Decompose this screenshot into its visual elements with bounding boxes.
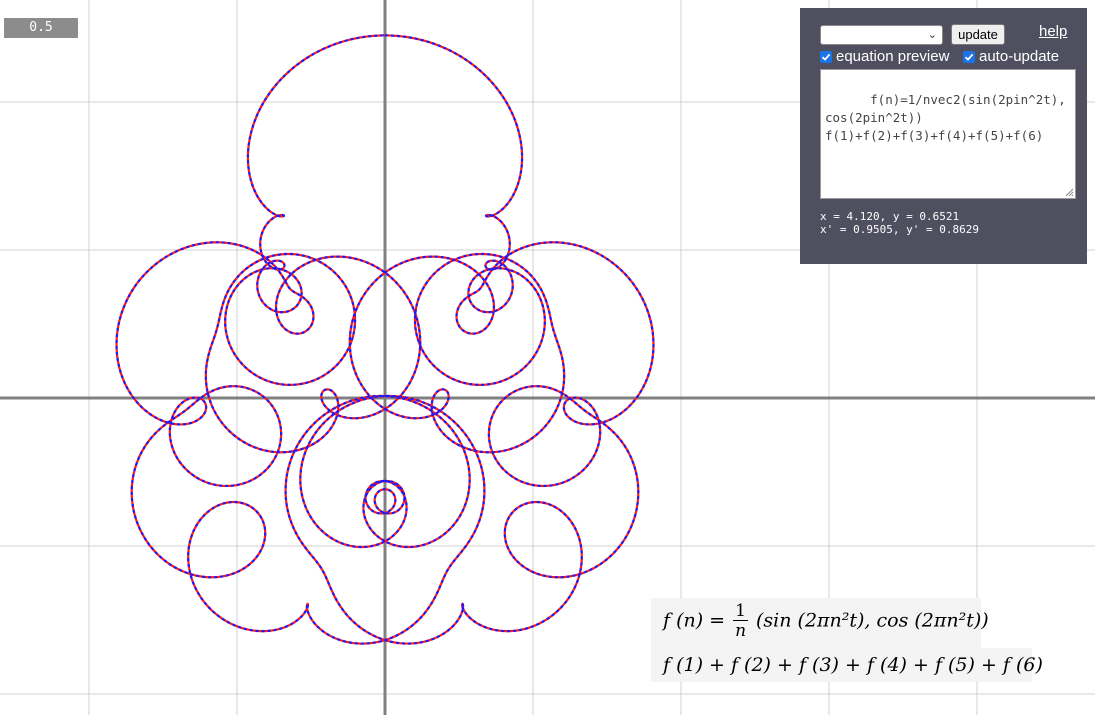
fraction-denominator: n	[735, 621, 747, 641]
equation-preview-checkbox[interactable]	[820, 51, 832, 63]
equation-preview-sum: f (1) + f (2) + f (3) + f (4) + f (5) + …	[651, 648, 1043, 682]
preset-select[interactable]: ⌄	[820, 25, 943, 45]
code-editor[interactable]: f(n)=1/nvec2(sin(2pin^2t),cos(2pin^2t)) …	[820, 69, 1076, 199]
help-link[interactable]: help	[1039, 23, 1067, 40]
fraction-numerator: 1	[733, 601, 748, 621]
equation-fraction: 1 n	[733, 602, 748, 641]
equation-rhs: (sin (2πn²t), cos (2πn²t))	[756, 609, 989, 632]
cursor-readout-xy: x = 4.120, y = 0.6521	[820, 210, 960, 223]
control-panel: ⌄ update help equation preview auto-upda…	[800, 8, 1087, 264]
code-text: f(n)=1/nvec2(sin(2pin^2t),cos(2pin^2t)) …	[825, 92, 1066, 143]
equation-lhs: f (n) =	[663, 609, 726, 632]
chevron-down-icon: ⌄	[927, 28, 937, 41]
cursor-readout-derivative: x' = 0.9505, y' = 0.8629	[820, 223, 979, 236]
resize-grip-icon[interactable]	[1064, 187, 1074, 197]
equation-preview-definition: f (n) = 1 n (sin (2πn²t), cos (2πn²t))	[651, 598, 989, 648]
graph-canvas[interactable]: 0.5 ⌄ update help equation preview auto-…	[0, 0, 1095, 715]
update-button[interactable]: update	[951, 24, 1005, 45]
equation-preview-label: equation preview	[836, 48, 950, 65]
check-icon	[964, 53, 974, 61]
auto-update-checkbox[interactable]	[963, 51, 975, 63]
auto-update-label: auto-update	[979, 48, 1060, 65]
equation-sum: f (1) + f (2) + f (3) + f (4) + f (5) + …	[663, 654, 1043, 676]
t-value-display[interactable]: 0.5	[4, 18, 78, 38]
check-icon	[821, 53, 831, 61]
